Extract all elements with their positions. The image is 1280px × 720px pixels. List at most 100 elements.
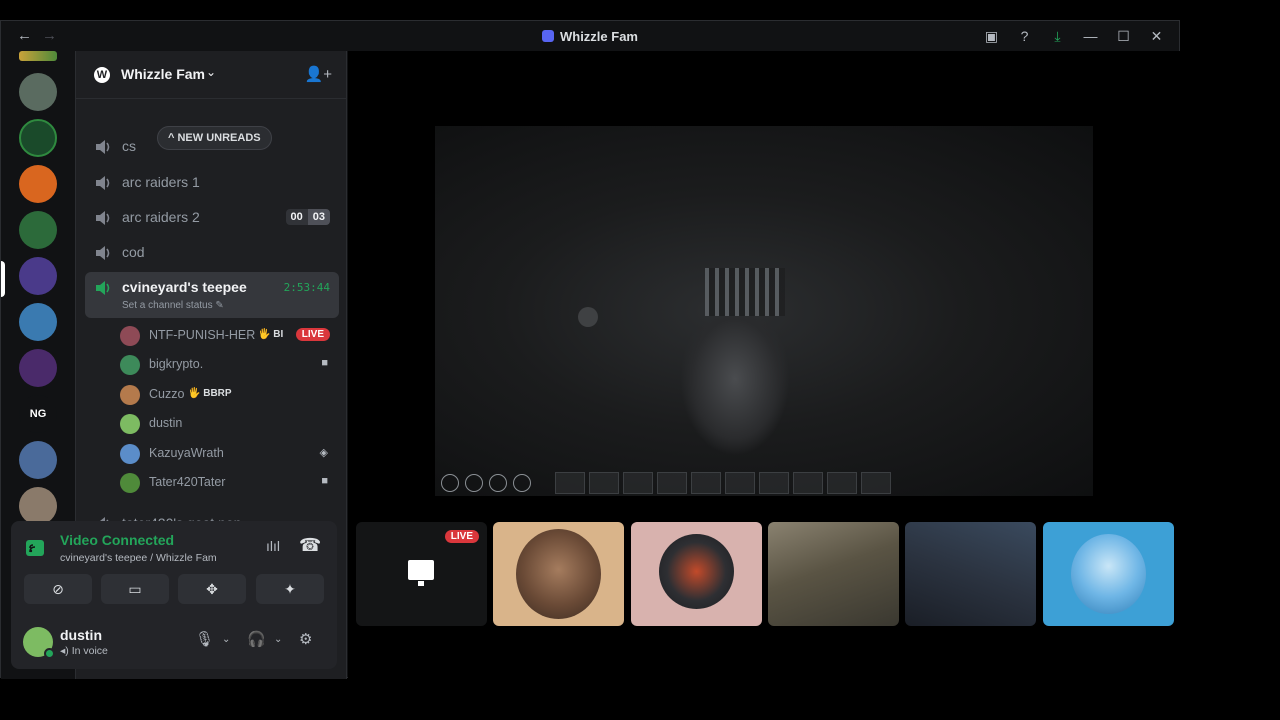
- voice-connection-panel: Video Connected cvineyard's teepee / Whi…: [11, 521, 337, 615]
- voice-channel-arc-raiders-1[interactable]: arc raiders 1: [85, 167, 339, 199]
- game-scene-window: [705, 268, 785, 316]
- live-badge: LIVE: [444, 530, 479, 543]
- chevron-down-icon[interactable]: ⌄: [274, 634, 282, 645]
- voice-member[interactable]: bigkrypto. ■: [120, 352, 330, 378]
- soundboard-icon: ✦: [284, 581, 296, 597]
- voice-stage: LIVE: [348, 51, 1180, 679]
- voice-channel-cod[interactable]: cod: [85, 237, 339, 269]
- member-name: bigkrypto.: [149, 357, 204, 371]
- headphones-icon[interactable]: 🎧: [247, 630, 266, 648]
- server-icon-ng[interactable]: NG: [19, 395, 57, 433]
- chevron-down-icon[interactable]: ⌄: [222, 634, 230, 645]
- server-icon-9[interactable]: [19, 441, 57, 479]
- camera-off-icon: ⊘: [52, 581, 64, 597]
- member-name: dustin: [149, 416, 183, 430]
- voice-channel-arc-raiders-2[interactable]: arc raiders 2 00 03: [85, 202, 339, 234]
- minimize-icon[interactable]: —: [1074, 26, 1107, 46]
- member-tag: 🖐 BI: [258, 329, 284, 340]
- activities-icon: ✥: [206, 581, 218, 597]
- video-icon: ■: [321, 357, 328, 369]
- server-icon-top[interactable]: [19, 51, 57, 61]
- user-status-text: In voice: [71, 645, 108, 657]
- server-icon-7[interactable]: [19, 349, 57, 387]
- member-name: Cuzzo: [149, 387, 185, 401]
- channel-name: arc raiders 1: [122, 174, 200, 190]
- guild-header[interactable]: W Whizzle Fam ⌄ 👤+: [76, 51, 346, 99]
- server-icon-3[interactable]: [19, 165, 57, 203]
- participant-tile-camera[interactable]: [905, 522, 1036, 626]
- avatar: [120, 385, 140, 405]
- participant-tile-camera[interactable]: [768, 522, 899, 626]
- call-timer: 2:53:44: [283, 281, 330, 294]
- channel-name: cvineyard's teepee: [122, 279, 247, 295]
- avatar: [120, 355, 140, 375]
- voice-member[interactable]: KazuyaWrath ◈: [120, 441, 330, 467]
- voice-channel-cvineyards-teepee[interactable]: cvineyard's teepee 2:53:44 Set a channel…: [85, 272, 339, 318]
- microphone-icon[interactable]: 🎙: [195, 630, 214, 648]
- voice-channel-path[interactable]: cvineyard's teepee / Whizzle Fam: [60, 552, 217, 564]
- server-icon: [541, 30, 554, 42]
- focused-stream-video[interactable]: [435, 126, 1093, 496]
- share-screen-button[interactable]: ▭: [101, 574, 169, 604]
- user-count-badge: 00 03: [285, 209, 330, 225]
- download-icon[interactable]: ⤓: [1041, 26, 1074, 46]
- avatar: [659, 534, 734, 609]
- noise-suppression-icon[interactable]: ılıl: [266, 538, 280, 554]
- participant-tile[interactable]: [493, 522, 624, 626]
- app-window: ← → Whizzle Fam ▣ ? ⤓ — ☐ ✕ NG W Whizzle…: [0, 20, 1180, 679]
- server-icon-10[interactable]: [19, 487, 57, 525]
- avatar: [120, 473, 140, 493]
- avatar: [120, 444, 140, 464]
- camera-off-button[interactable]: ⊘: [24, 574, 92, 604]
- avatar: [516, 529, 601, 619]
- help-icon[interactable]: ?: [1008, 26, 1041, 46]
- user-name[interactable]: dustin: [60, 627, 102, 643]
- server-icon-1[interactable]: [19, 73, 57, 111]
- voice-member[interactable]: Tater420Tater ■: [120, 470, 330, 496]
- guild-icon: W: [94, 67, 110, 83]
- participant-tile-stream[interactable]: LIVE: [356, 522, 487, 626]
- game-scene-character: [680, 316, 790, 456]
- title-bar: ← → Whizzle Fam ▣ ? ⤓ — ☐ ✕: [1, 21, 1179, 51]
- voice-channel-cs[interactable]: cs: [85, 131, 339, 163]
- server-icon-5[interactable]: [19, 257, 57, 295]
- server-icon-united[interactable]: [19, 119, 57, 157]
- signal-icon[interactable]: [25, 539, 45, 557]
- voice-member[interactable]: NTF-PUNISH-HER 🖐 BI LIVE: [120, 323, 330, 349]
- disconnect-icon[interactable]: ☎: [299, 535, 321, 556]
- screen-share-icon: [408, 560, 434, 586]
- channel-name: cod: [122, 244, 145, 260]
- avatar: [120, 414, 140, 434]
- game-hud-inventory: [555, 472, 891, 494]
- guild-name: Whizzle Fam: [121, 66, 206, 82]
- avatar: [1071, 534, 1146, 614]
- voice-member[interactable]: dustin: [120, 411, 330, 437]
- participant-tile[interactable]: [631, 522, 762, 626]
- voice-member[interactable]: Cuzzo 🖐 BBRP: [120, 382, 330, 408]
- channel-name: arc raiders 2: [122, 209, 200, 225]
- gear-icon[interactable]: ⚙: [299, 630, 312, 648]
- member-name: NTF-PUNISH-HER: [149, 328, 256, 342]
- channel-status-prompt[interactable]: Set a channel status ✎: [122, 300, 224, 311]
- game-hud-abilities: [441, 474, 531, 492]
- voice-status: Video Connected: [60, 532, 175, 548]
- invite-people-icon[interactable]: 👤+: [305, 65, 332, 83]
- speaker-icon: [96, 281, 110, 295]
- member-tag: 🖐 BBRP: [188, 388, 232, 399]
- activities-button[interactable]: ✥: [178, 574, 246, 604]
- inbox-icon[interactable]: ▣: [975, 26, 1008, 46]
- user-status: ◂) In voice: [60, 645, 108, 657]
- participant-tile[interactable]: [1043, 522, 1174, 626]
- avatar: [120, 326, 140, 346]
- window-controls: ▣ ? ⤓ — ☐ ✕: [975, 26, 1173, 46]
- maximize-icon[interactable]: ☐: [1107, 26, 1140, 46]
- server-icon-4[interactable]: [19, 211, 57, 249]
- screen-share-icon: ▭: [128, 581, 142, 597]
- current-users-count: 00: [285, 209, 308, 225]
- video-icon: ■: [321, 475, 328, 487]
- server-icon-6[interactable]: [19, 303, 57, 341]
- close-icon[interactable]: ✕: [1140, 26, 1173, 46]
- soundboard-button[interactable]: ✦: [256, 574, 324, 604]
- member-name: KazuyaWrath: [149, 446, 224, 460]
- online-status-dot: [44, 648, 55, 659]
